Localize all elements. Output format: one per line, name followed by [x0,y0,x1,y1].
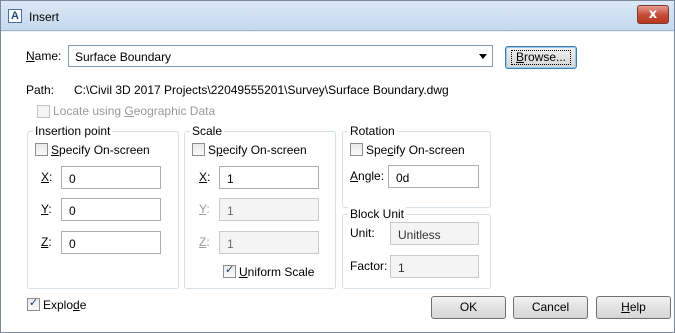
uniform-scale-label: Uniform Scale [239,265,315,279]
unit-value: Unitless [390,222,479,245]
locate-geographic-label: Locate using Geographic Data [53,104,216,118]
scale-x-label: X: [199,170,211,184]
ok-button[interactable]: OK [431,296,506,319]
scale-y-input: 1 [219,198,319,221]
scale-specify-label: Specify On-screen [208,143,307,157]
insertion-point-title: Insertion point [33,124,113,138]
scale-specify-checkbox[interactable] [192,143,205,156]
factor-value: 1 [390,255,479,278]
cancel-button[interactable]: Cancel [513,296,588,319]
factor-label: Factor: [350,259,388,273]
angle-label: Angle: [350,169,385,183]
scale-z-label: Z: [199,235,210,249]
path-label: Path: [26,83,55,97]
scale-title: Scale [190,124,225,138]
rotation-specify-label: Specify On-screen [366,143,465,157]
insertion-z-input[interactable]: 0 [61,231,161,254]
insertion-y-input[interactable]: 0 [61,198,161,221]
locate-geographic-checkbox[interactable] [37,105,50,118]
close-icon: x [648,7,658,22]
scale-y-label: Y: [199,202,210,216]
chevron-down-icon[interactable] [479,54,487,59]
unit-label: Unit: [350,226,375,240]
insertion-specify-checkbox[interactable] [35,143,48,156]
dialog-body: Name: Surface Boundary Browse... Path: C… [1,32,674,332]
insertion-y-label: Y: [41,202,52,216]
angle-input[interactable]: 0d [388,165,479,188]
insertion-z-label: Z: [41,235,52,249]
browse-button[interactable]: Browse... [505,46,577,69]
insert-dialog: A Insert x Name: Surface Boundary Browse… [0,0,675,333]
name-label: Name: [26,49,62,63]
insertion-x-label: X: [41,170,53,184]
explode-label: Explode [43,298,87,312]
name-combobox[interactable]: Surface Boundary [68,45,493,67]
window-title: Insert [29,10,60,24]
path-value: C:\Civil 3D 2017 Projects\22049555201\Su… [74,83,449,97]
insertion-specify-label: Specify On-screen [51,143,150,157]
explode-checkbox[interactable] [27,296,40,311]
rotation-title: Rotation [348,124,397,138]
close-button[interactable]: x [637,5,669,24]
block-unit-title: Block Unit [348,207,407,221]
insertion-x-input[interactable]: 0 [61,166,161,189]
scale-z-input: 1 [219,231,319,254]
uniform-scale-checkbox[interactable] [223,263,236,278]
autocad-a-icon: A [8,9,22,23]
rotation-specify-checkbox[interactable] [350,143,363,156]
focus-rectangle [511,50,571,65]
scale-x-input[interactable]: 1 [219,166,319,189]
name-combobox-value: Surface Boundary [75,50,172,64]
title-bar[interactable]: A Insert x [1,1,674,31]
help-button[interactable]: Help [596,296,671,319]
